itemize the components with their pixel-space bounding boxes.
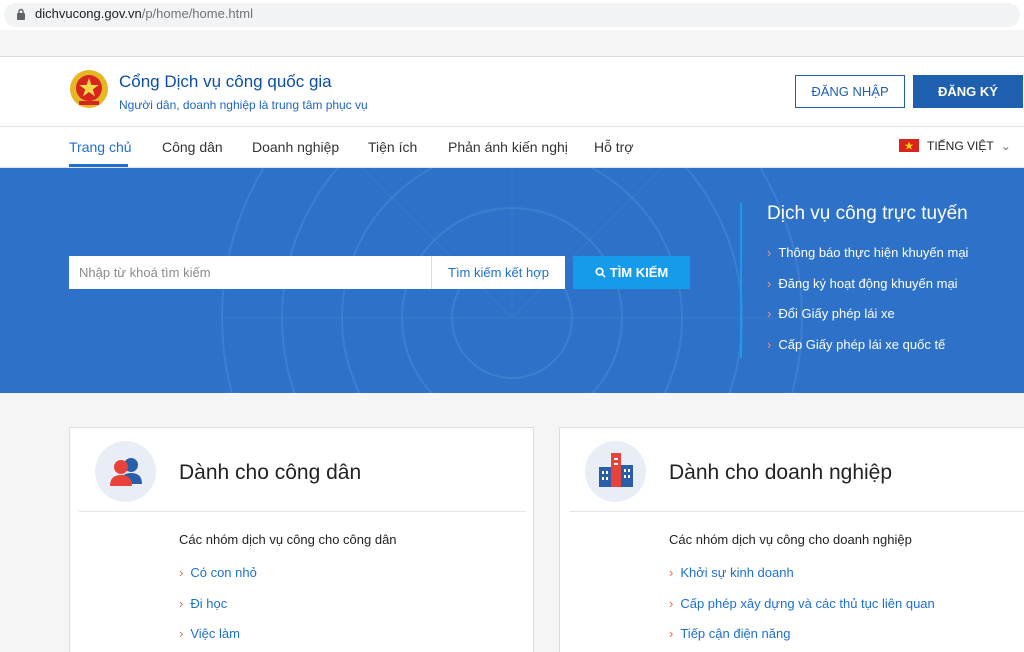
card-link-label: Khởi sự kinh doanh	[680, 565, 794, 580]
chevron-right-icon: ›	[767, 306, 772, 321]
search-button-label: TÌM KIẾM	[609, 265, 669, 280]
service-link[interactable]: › Cấp Giấy phép lái xe quốc tế	[767, 337, 945, 352]
chevron-right-icon: ›	[669, 596, 674, 611]
chevron-right-icon: ›	[179, 565, 184, 580]
business-card: Dành cho doanh nghiệp Các nhóm dịch vụ c…	[559, 427, 1024, 652]
card-link-label: Cấp phép xây dựng và các thủ tục liên qu…	[680, 596, 935, 611]
nav-citizen[interactable]: Công dân	[162, 139, 223, 155]
card-subtitle: Các nhóm dịch vụ công cho doanh nghiệp	[669, 532, 912, 547]
hero-divider	[740, 203, 742, 358]
register-button[interactable]: ĐĂNG KÝ	[913, 75, 1023, 108]
card-link[interactable]: › Việc làm	[179, 626, 240, 641]
nav-home[interactable]: Trang chủ	[69, 139, 132, 155]
vietnam-flag-icon	[899, 139, 919, 152]
service-link-label: Đổi Giấy phép lái xe	[778, 306, 895, 321]
site-header: Cổng Dịch vụ công quốc gia Người dân, do…	[0, 56, 1024, 126]
site-title[interactable]: Cổng Dịch vụ công quốc gia	[119, 72, 332, 92]
chevron-right-icon: ›	[179, 626, 184, 641]
url-host: dichvucong.gov.vn	[35, 6, 142, 21]
search-icon	[595, 267, 606, 278]
nav-utilities[interactable]: Tiện ích	[368, 139, 417, 155]
citizen-icon	[95, 441, 156, 502]
card-title: Dành cho doanh nghiệp	[669, 461, 893, 484]
chevron-right-icon: ›	[669, 626, 674, 641]
national-emblem[interactable]	[69, 69, 109, 109]
service-link-label: Thông báo thực hiện khuyến mại	[778, 245, 969, 260]
nav-business[interactable]: Doanh nghiệp	[252, 139, 339, 155]
language-selector[interactable]: TIẾNG VIỆT ⌄	[927, 139, 1011, 153]
search-box: Tìm kiếm kết hợp	[69, 256, 565, 289]
service-link[interactable]: › Đổi Giấy phép lái xe	[767, 306, 895, 321]
chevron-right-icon: ›	[179, 596, 184, 611]
language-label: TIẾNG VIỆT	[927, 139, 994, 153]
url-text[interactable]: dichvucong.gov.vn/p/home/home.html	[35, 6, 253, 21]
card-link-label: Đi học	[190, 596, 228, 611]
card-link-label: Có con nhỏ	[190, 565, 257, 580]
citizen-icon-graphic	[110, 458, 142, 486]
hero-banner: Tìm kiếm kết hợp TÌM KIẾM Dịch vụ công t…	[0, 168, 1024, 393]
card-link[interactable]: › Khởi sự kinh doanh	[669, 565, 794, 580]
business-building-icon	[585, 441, 646, 502]
chevron-right-icon: ›	[767, 337, 772, 352]
card-link[interactable]: › Đi học	[179, 596, 227, 611]
browser-address-bar: dichvucong.gov.vn/p/home/home.html	[0, 0, 1024, 30]
login-button[interactable]: ĐĂNG NHẬP	[795, 75, 905, 108]
card-link[interactable]: › Có con nhỏ	[179, 565, 257, 580]
service-link[interactable]: › Đăng ký hoạt động khuyến mại	[767, 276, 958, 291]
card-title: Dành cho công dân	[179, 461, 362, 484]
search-button[interactable]: TÌM KIẾM	[573, 256, 690, 289]
nav-active-indicator	[69, 164, 128, 167]
service-link-label: Cấp Giấy phép lái xe quốc tế	[778, 337, 946, 352]
chevron-right-icon: ›	[669, 565, 674, 580]
site-subtitle: Người dân, doanh nghiệp là trung tâm phụ…	[119, 98, 368, 112]
chevron-down-icon: ⌄	[1000, 139, 1011, 153]
service-link-label: Đăng ký hoạt động khuyến mại	[778, 276, 958, 291]
card-link-label: Tiếp cận điện năng	[680, 626, 791, 641]
advanced-search-button[interactable]: Tìm kiếm kết hợp	[431, 256, 565, 289]
card-subtitle: Các nhóm dịch vụ công cho công dân	[179, 532, 397, 547]
search-input[interactable]	[69, 256, 431, 289]
chevron-right-icon: ›	[767, 276, 772, 291]
lock-icon	[17, 8, 25, 20]
chevron-right-icon: ›	[767, 245, 772, 260]
card-link[interactable]: › Tiếp cận điện năng	[669, 626, 790, 641]
card-link[interactable]: › Cấp phép xây dựng và các thủ tục liên q…	[669, 596, 935, 611]
nav-support[interactable]: Hỗ trợ	[594, 139, 634, 155]
nav-feedback[interactable]: Phản ánh kiến nghị	[448, 139, 568, 155]
card-divider	[569, 511, 1024, 512]
card-divider	[79, 511, 526, 512]
business-icon-graphic	[599, 453, 633, 487]
main-nav: Trang chủ Công dân Doanh nghiệp Tiện ích…	[0, 126, 1024, 168]
card-link-label: Việc làm	[190, 626, 240, 641]
url-path: /p/home/home.html	[141, 6, 253, 21]
citizen-card: Dành cho công dân Các nhóm dịch vụ công …	[69, 427, 534, 652]
service-link[interactable]: › Thông báo thực hiện khuyến mại	[767, 245, 968, 260]
online-services-title: Dịch vụ công trực tuyến	[767, 203, 968, 224]
